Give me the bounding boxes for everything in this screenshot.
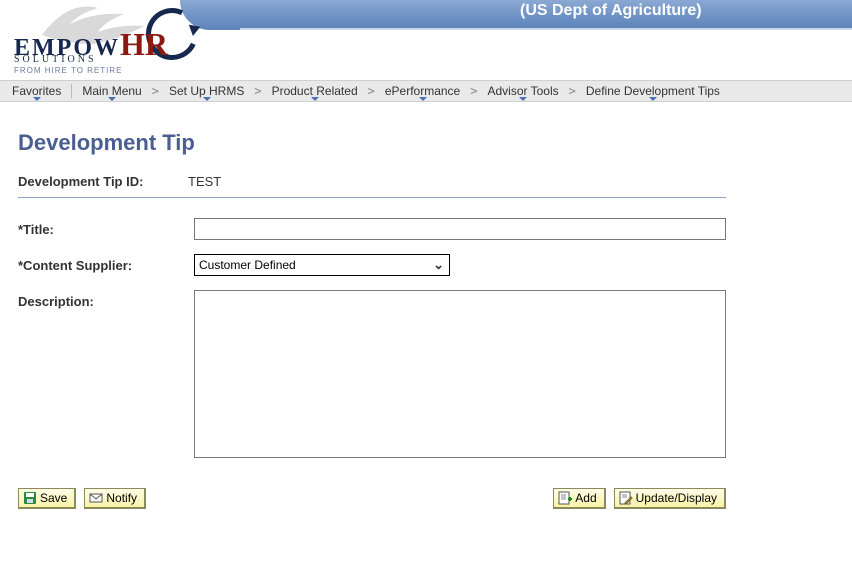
chevron-right-icon: > xyxy=(364,84,379,98)
description-label: Description: xyxy=(18,290,194,309)
title-input[interactable] xyxy=(194,218,726,240)
nav-main-menu[interactable]: Main Menu xyxy=(76,84,147,98)
notify-icon xyxy=(89,491,103,505)
development-tip-id-value: TEST xyxy=(188,174,221,189)
save-icon xyxy=(23,491,37,505)
development-tip-id-row: Development Tip ID: TEST xyxy=(18,174,726,198)
notify-button[interactable]: Notify xyxy=(84,488,146,509)
page-title: Development Tip xyxy=(18,130,834,156)
chevron-right-icon: > xyxy=(565,84,580,98)
form: *Title: *Content Supplier: Customer Defi… xyxy=(18,218,726,458)
page-body: Development Tip Development Tip ID: TEST… xyxy=(0,102,852,509)
add-button[interactable]: Add xyxy=(553,488,605,509)
update-display-button[interactable]: Update/Display xyxy=(614,488,726,509)
org-banner: (US Dept of Agriculture) xyxy=(210,0,852,30)
chevron-right-icon: > xyxy=(466,84,481,98)
header: (US Dept of Agriculture) EMPOWHR SOLUTIO… xyxy=(0,0,852,80)
update-display-icon xyxy=(619,491,633,505)
title-label: *Title: xyxy=(18,218,194,237)
content-supplier-label: *Content Supplier: xyxy=(18,254,194,273)
nav-eperformance[interactable]: ePerformance xyxy=(379,84,466,98)
logo-subtitle: SOLUTIONS xyxy=(14,54,97,65)
nav-favorites[interactable]: Favorites xyxy=(6,84,67,98)
chevron-right-icon: > xyxy=(250,84,265,98)
content-supplier-select[interactable]: Customer Defined xyxy=(194,254,450,276)
nav-divider xyxy=(71,84,72,98)
description-textarea[interactable] xyxy=(194,290,726,458)
nav-define-development-tips[interactable]: Define Development Tips xyxy=(580,84,726,98)
add-icon xyxy=(558,491,572,505)
development-tip-id-label: Development Tip ID: xyxy=(18,174,188,189)
nav-product-related[interactable]: Product Related xyxy=(266,84,364,98)
empowhr-logo: EMPOWHR SOLUTIONS FROM HIRE TO RETIRE xyxy=(14,4,204,76)
toolbar: Save Notify Add Update/Display xyxy=(18,488,726,509)
breadcrumb: Favorites Main Menu > Set Up HRMS > Prod… xyxy=(0,80,852,102)
nav-advisor-tools[interactable]: Advisor Tools xyxy=(481,84,564,98)
save-button[interactable]: Save xyxy=(18,488,76,509)
org-banner-text: (US Dept of Agriculture) xyxy=(520,2,702,19)
logo-tagline: FROM HIRE TO RETIRE xyxy=(14,66,123,75)
nav-setup-hrms[interactable]: Set Up HRMS xyxy=(163,84,250,98)
chevron-right-icon: > xyxy=(148,84,163,98)
